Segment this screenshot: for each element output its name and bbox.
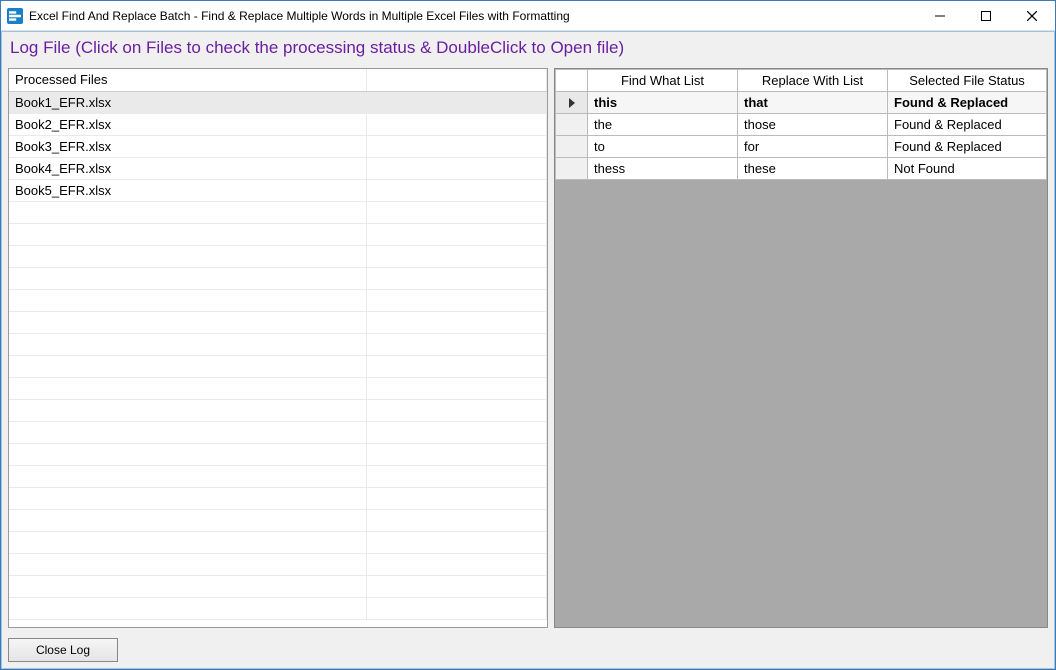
result-row[interactable]: thisthatFound & Replaced <box>556 92 1047 114</box>
main-panels: Processed Files Book1_EFR.xlsxBook2_EFR.… <box>2 64 1054 632</box>
file-cell-blank <box>366 179 547 201</box>
replace-cell[interactable]: that <box>738 92 888 114</box>
file-row[interactable]: Book5_EFR.xlsx <box>9 179 547 201</box>
empty-row <box>9 245 547 267</box>
row-header-blank <box>556 70 588 92</box>
empty-row <box>9 201 547 223</box>
processed-files-table[interactable]: Processed Files Book1_EFR.xlsxBook2_EFR.… <box>9 69 547 620</box>
empty-row <box>9 465 547 487</box>
row-indicator[interactable] <box>556 114 588 136</box>
empty-row <box>9 377 547 399</box>
empty-row <box>9 509 547 531</box>
file-cell-blank <box>366 135 547 157</box>
close-log-button[interactable]: Close Log <box>8 638 118 662</box>
file-cell-blank <box>366 91 547 113</box>
file-row[interactable]: Book2_EFR.xlsx <box>9 113 547 135</box>
col-replace-with[interactable]: Replace With List <box>738 70 888 92</box>
empty-row <box>9 575 547 597</box>
status-cell[interactable]: Found & Replaced <box>888 114 1047 136</box>
results-panel[interactable]: Find What List Replace With List Selecte… <box>554 68 1048 628</box>
col-find-what[interactable]: Find What List <box>588 70 738 92</box>
maximize-button[interactable] <box>963 1 1009 30</box>
empty-row <box>9 333 547 355</box>
replace-cell[interactable]: those <box>738 114 888 136</box>
find-cell[interactable]: this <box>588 92 738 114</box>
status-cell[interactable]: Not Found <box>888 158 1047 180</box>
close-window-button[interactable] <box>1009 1 1055 30</box>
empty-row <box>9 223 547 245</box>
result-row[interactable]: thesstheseNot Found <box>556 158 1047 180</box>
find-cell[interactable]: thess <box>588 158 738 180</box>
result-row[interactable]: toforFound & Replaced <box>556 136 1047 158</box>
empty-row <box>9 487 547 509</box>
file-row[interactable]: Book4_EFR.xlsx <box>9 157 547 179</box>
file-cell-blank <box>366 113 547 135</box>
processed-files-panel[interactable]: Processed Files Book1_EFR.xlsxBook2_EFR.… <box>8 68 548 628</box>
empty-row <box>9 289 547 311</box>
replace-cell[interactable]: these <box>738 158 888 180</box>
empty-row <box>9 443 547 465</box>
footer: Close Log <box>2 632 1054 668</box>
status-cell[interactable]: Found & Replaced <box>888 92 1047 114</box>
col-file-status[interactable]: Selected File Status <box>888 70 1047 92</box>
row-indicator[interactable] <box>556 136 588 158</box>
app-icon <box>7 8 23 24</box>
empty-row <box>9 355 547 377</box>
file-cell[interactable]: Book4_EFR.xlsx <box>9 157 366 179</box>
window-title: Excel Find And Replace Batch - Find & Re… <box>29 9 917 23</box>
file-cell[interactable]: Book1_EFR.xlsx <box>9 91 366 113</box>
empty-row <box>9 311 547 333</box>
file-row[interactable]: Book3_EFR.xlsx <box>9 135 547 157</box>
status-cell[interactable]: Found & Replaced <box>888 136 1047 158</box>
file-cell-blank <box>366 157 547 179</box>
log-header: Log File (Click on Files to check the pr… <box>2 32 1054 64</box>
file-row[interactable]: Book1_EFR.xlsx <box>9 91 547 113</box>
empty-row <box>9 531 547 553</box>
find-cell[interactable]: to <box>588 136 738 158</box>
row-indicator[interactable] <box>556 158 588 180</box>
titlebar[interactable]: Excel Find And Replace Batch - Find & Re… <box>1 1 1055 31</box>
empty-row <box>9 267 547 289</box>
empty-row <box>9 421 547 443</box>
minimize-button[interactable] <box>917 1 963 30</box>
content-frame: Log File (Click on Files to check the pr… <box>1 31 1055 669</box>
file-cell[interactable]: Book2_EFR.xlsx <box>9 113 366 135</box>
processed-files-header-blank <box>366 69 547 91</box>
row-indicator[interactable] <box>556 92 588 114</box>
empty-row <box>9 399 547 421</box>
replace-cell[interactable]: for <box>738 136 888 158</box>
find-cell[interactable]: the <box>588 114 738 136</box>
empty-row <box>9 597 547 619</box>
file-cell[interactable]: Book5_EFR.xlsx <box>9 179 366 201</box>
empty-row <box>9 553 547 575</box>
result-row[interactable]: thethoseFound & Replaced <box>556 114 1047 136</box>
processed-files-header[interactable]: Processed Files <box>9 69 366 91</box>
results-table[interactable]: Find What List Replace With List Selecte… <box>555 69 1047 180</box>
file-cell[interactable]: Book3_EFR.xlsx <box>9 135 366 157</box>
window-controls <box>917 1 1055 30</box>
